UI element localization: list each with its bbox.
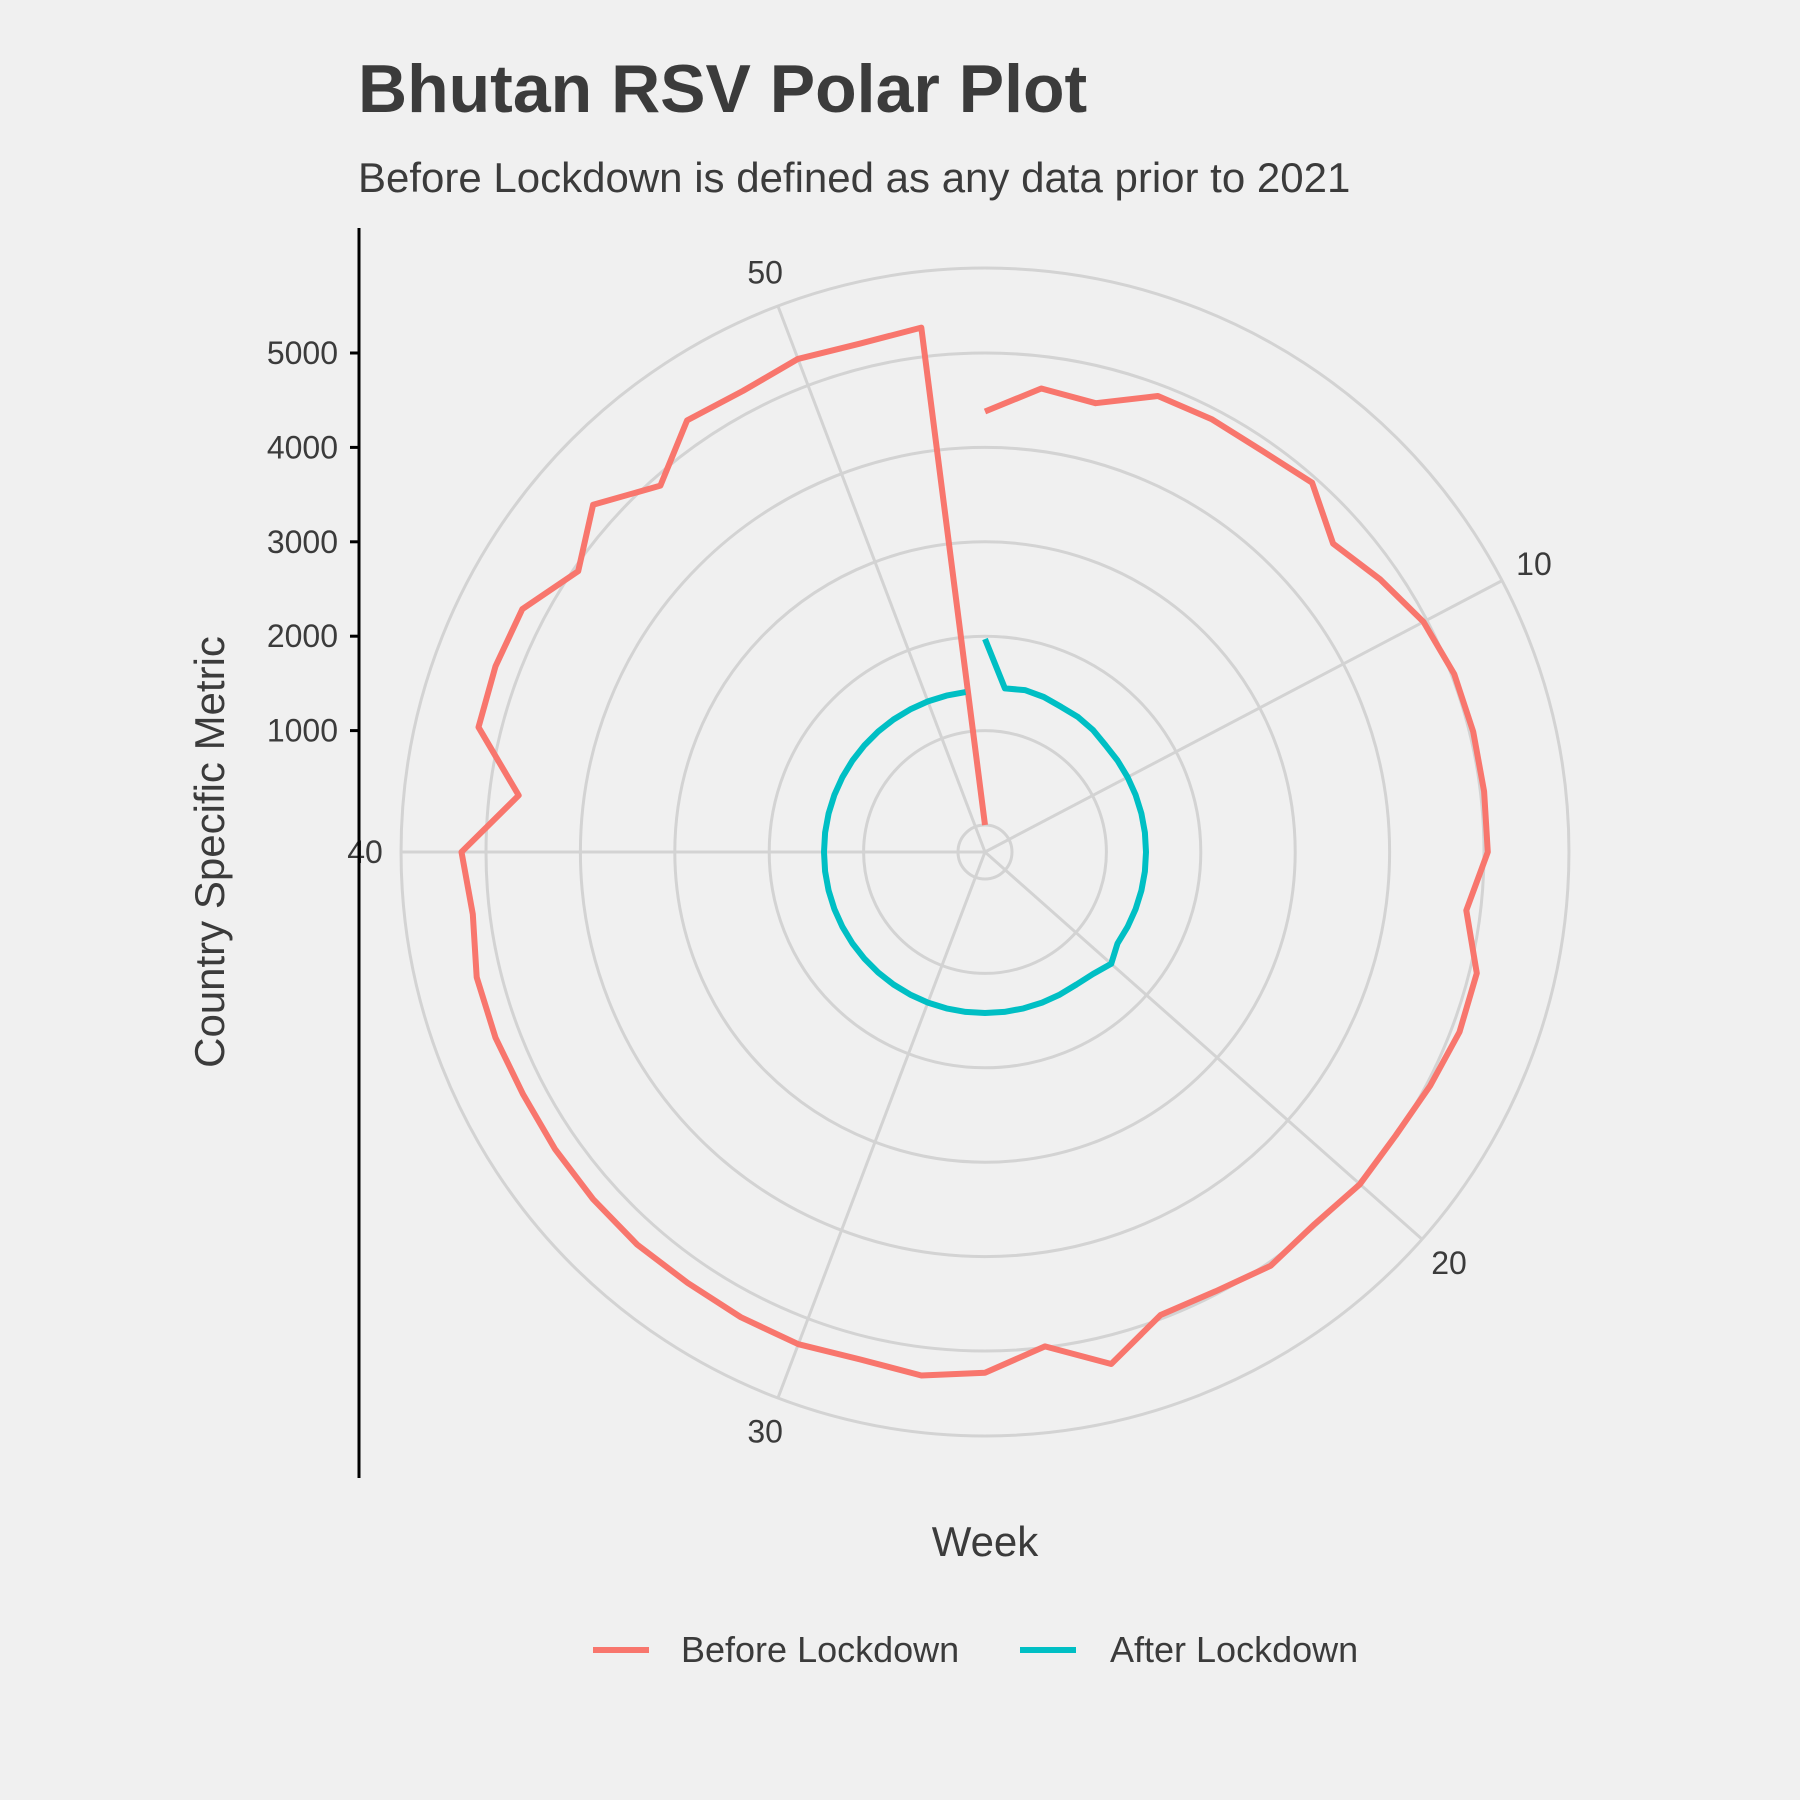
y-tick-label: 5000 <box>267 335 338 371</box>
chart-title: Bhutan RSV Polar Plot <box>358 51 1087 127</box>
grid-spoke-20 <box>984 850 1424 1241</box>
chart-subtitle: Before Lockdown is defined as any data p… <box>358 154 1350 201</box>
grid-spoke-30 <box>776 851 987 1399</box>
x-axis-title: Week <box>932 1518 1040 1565</box>
y-axis-title: Country Specific Metric <box>186 636 233 1068</box>
legend-label-before: Before Lockdown <box>681 1629 959 1670</box>
x-tick-label: 30 <box>747 1414 783 1450</box>
x-tick-label: 50 <box>747 254 783 290</box>
x-tick-label: 20 <box>1431 1245 1467 1281</box>
legend-label-after: After Lockdown <box>1110 1629 1358 1670</box>
y-tick-label: 2000 <box>267 618 338 654</box>
polar-grid <box>399 266 1571 1438</box>
x-tick-label: 40 <box>347 834 383 870</box>
x-tick-label: 10 <box>1516 546 1552 582</box>
y-tick-label: 3000 <box>267 524 338 560</box>
y-tick-label: 4000 <box>267 429 338 465</box>
y-tick-label: 1000 <box>267 713 338 749</box>
legend: Before Lockdown After Lockdown <box>593 1629 1358 1670</box>
chart: Bhutan RSV Polar Plot Before Lockdown is… <box>186 51 1571 1670</box>
